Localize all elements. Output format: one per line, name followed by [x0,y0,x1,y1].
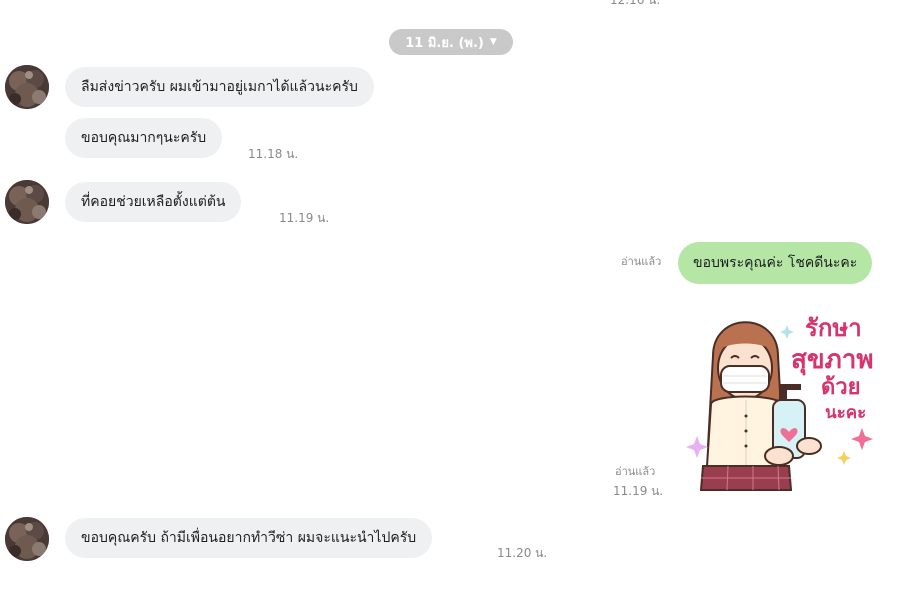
date-label: 11 มิ.ย. (พ.) [405,35,484,51]
message-text: ขอบคุณมากๆนะครับ [81,130,207,146]
avatar[interactable] [5,180,49,224]
message-text: ขอบคุณครับ ถ้ามีเพื่อนอยากทำวีซ่า ผมจะแน… [81,530,417,546]
sticker-text: ด้วย [821,375,861,400]
avatar[interactable] [5,65,49,109]
date-separator[interactable]: 11 มิ.ย. (พ.) ▼ [389,29,513,55]
message-bubble[interactable]: ขอบคุณมากๆนะครับ [65,118,223,158]
chevron-down-icon: ▼ [489,37,497,47]
sticker-text: นะคะ [825,403,866,423]
message-text: ลืมส่งข่าวครับ ผมเข้ามาอยู่เมกาได้แล้วนะ… [81,79,358,95]
message-time: 11.19 น. [613,484,664,498]
message-text: ที่คอยช่วยเหลือตั้งแต่ต้น [81,194,226,210]
message-bubble[interactable]: ขอบคุณครับ ถ้ามีเพื่อนอยากทำวีซ่า ผมจะแน… [65,518,433,558]
message-bubble[interactable]: ที่คอยช่วยเหลือตั้งแต่ต้น [65,182,242,222]
sticker-text: สุขภาพ [791,345,874,376]
previous-message-time: 12.16 น. [610,0,661,7]
message-time: 11.20 น. [497,546,548,560]
message-time: 11.18 น. [248,147,299,161]
sticker-image[interactable]: รักษา สุขภาพ ด้วย นะคะ [683,296,883,496]
read-receipt: อ่านแล้ว [615,465,656,478]
sticker-text: รักษา [805,314,862,342]
avatar[interactable] [5,517,49,561]
message-bubble[interactable]: ลืมส่งข่าวครับ ผมเข้ามาอยู่เมกาได้แล้วนะ… [65,67,374,107]
message-bubble-outgoing[interactable]: ขอบพระคุณค่ะ โชคดีนะคะ [678,242,873,284]
read-receipt: อ่านแล้ว [621,255,662,268]
message-text: ขอบพระคุณค่ะ โชคดีนะคะ [693,255,858,271]
message-time: 11.19 น. [279,211,330,225]
